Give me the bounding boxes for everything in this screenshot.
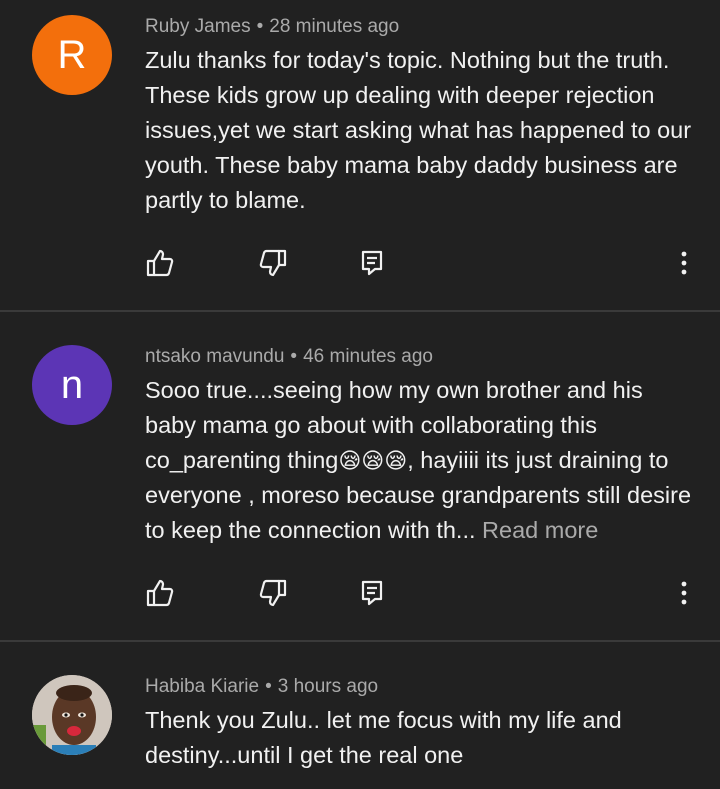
dislike-icon: [259, 249, 287, 277]
separator-dot: •: [290, 346, 298, 367]
more-options-icon: [681, 251, 687, 275]
reply-icon: [361, 580, 383, 606]
author-name[interactable]: Habiba Kiarie: [145, 676, 259, 697]
author-name[interactable]: Ruby James: [145, 16, 251, 37]
author-name[interactable]: ntsako mavundu: [145, 346, 284, 367]
separator-dot: •: [256, 16, 264, 37]
comment-actions: [0, 243, 720, 283]
dislike-button[interactable]: [253, 573, 293, 613]
avatar[interactable]: R: [32, 15, 112, 95]
dislike-icon: [259, 579, 287, 607]
avatar-letter: R: [57, 32, 87, 77]
sleepy-face-emoji: 😪😪😪: [338, 448, 408, 473]
dislike-button[interactable]: [253, 243, 293, 283]
comment-time[interactable]: 28 minutes ago: [269, 16, 399, 37]
comment-text: Thenk you Zulu.. let me focus with my li…: [145, 707, 622, 768]
comment-time[interactable]: 3 hours ago: [278, 676, 378, 697]
avatar-letter: n: [60, 362, 84, 407]
profile-photo-icon: [32, 675, 112, 755]
more-options-button[interactable]: [664, 243, 704, 283]
read-more-link[interactable]: Read more: [482, 517, 598, 543]
comment-habiba-kiarie: Habiba Kiarie • 3 hours ago Thenk you Zulu…: [0, 642, 720, 789]
avatar[interactable]: n: [32, 345, 112, 425]
avatar[interactable]: [32, 675, 112, 755]
comment-text: Sooo true....seeing how my own brother a…: [145, 373, 695, 548]
comment-text: Zulu thanks for today's topic. Nothing b…: [145, 47, 692, 213]
like-button[interactable]: [140, 573, 180, 613]
comment-meta: Habiba Kiarie • 3 hours ago: [145, 676, 378, 698]
more-options-button[interactable]: [664, 573, 704, 613]
comment-meta: ntsako mavundu • 46 minutes ago: [145, 346, 433, 368]
like-icon: [146, 249, 174, 277]
reply-icon: [361, 250, 383, 276]
separator-dot: •: [265, 676, 272, 697]
comment-ruby-james: R Ruby James • 28 minutes ago Zulu thanks …: [0, 0, 720, 310]
comment-actions: [0, 573, 720, 613]
like-icon: [146, 579, 174, 607]
like-button[interactable]: [140, 243, 180, 283]
comment-meta: Ruby James • 28 minutes ago: [145, 16, 399, 38]
comment-ntsako-mavundu: n ntsako mavundu • 46 minutes ago Sooo tru…: [0, 312, 720, 640]
more-options-icon: [681, 581, 687, 605]
reply-button[interactable]: [352, 573, 392, 613]
comment-time[interactable]: 46 minutes ago: [303, 346, 433, 367]
reply-button[interactable]: [352, 243, 392, 283]
